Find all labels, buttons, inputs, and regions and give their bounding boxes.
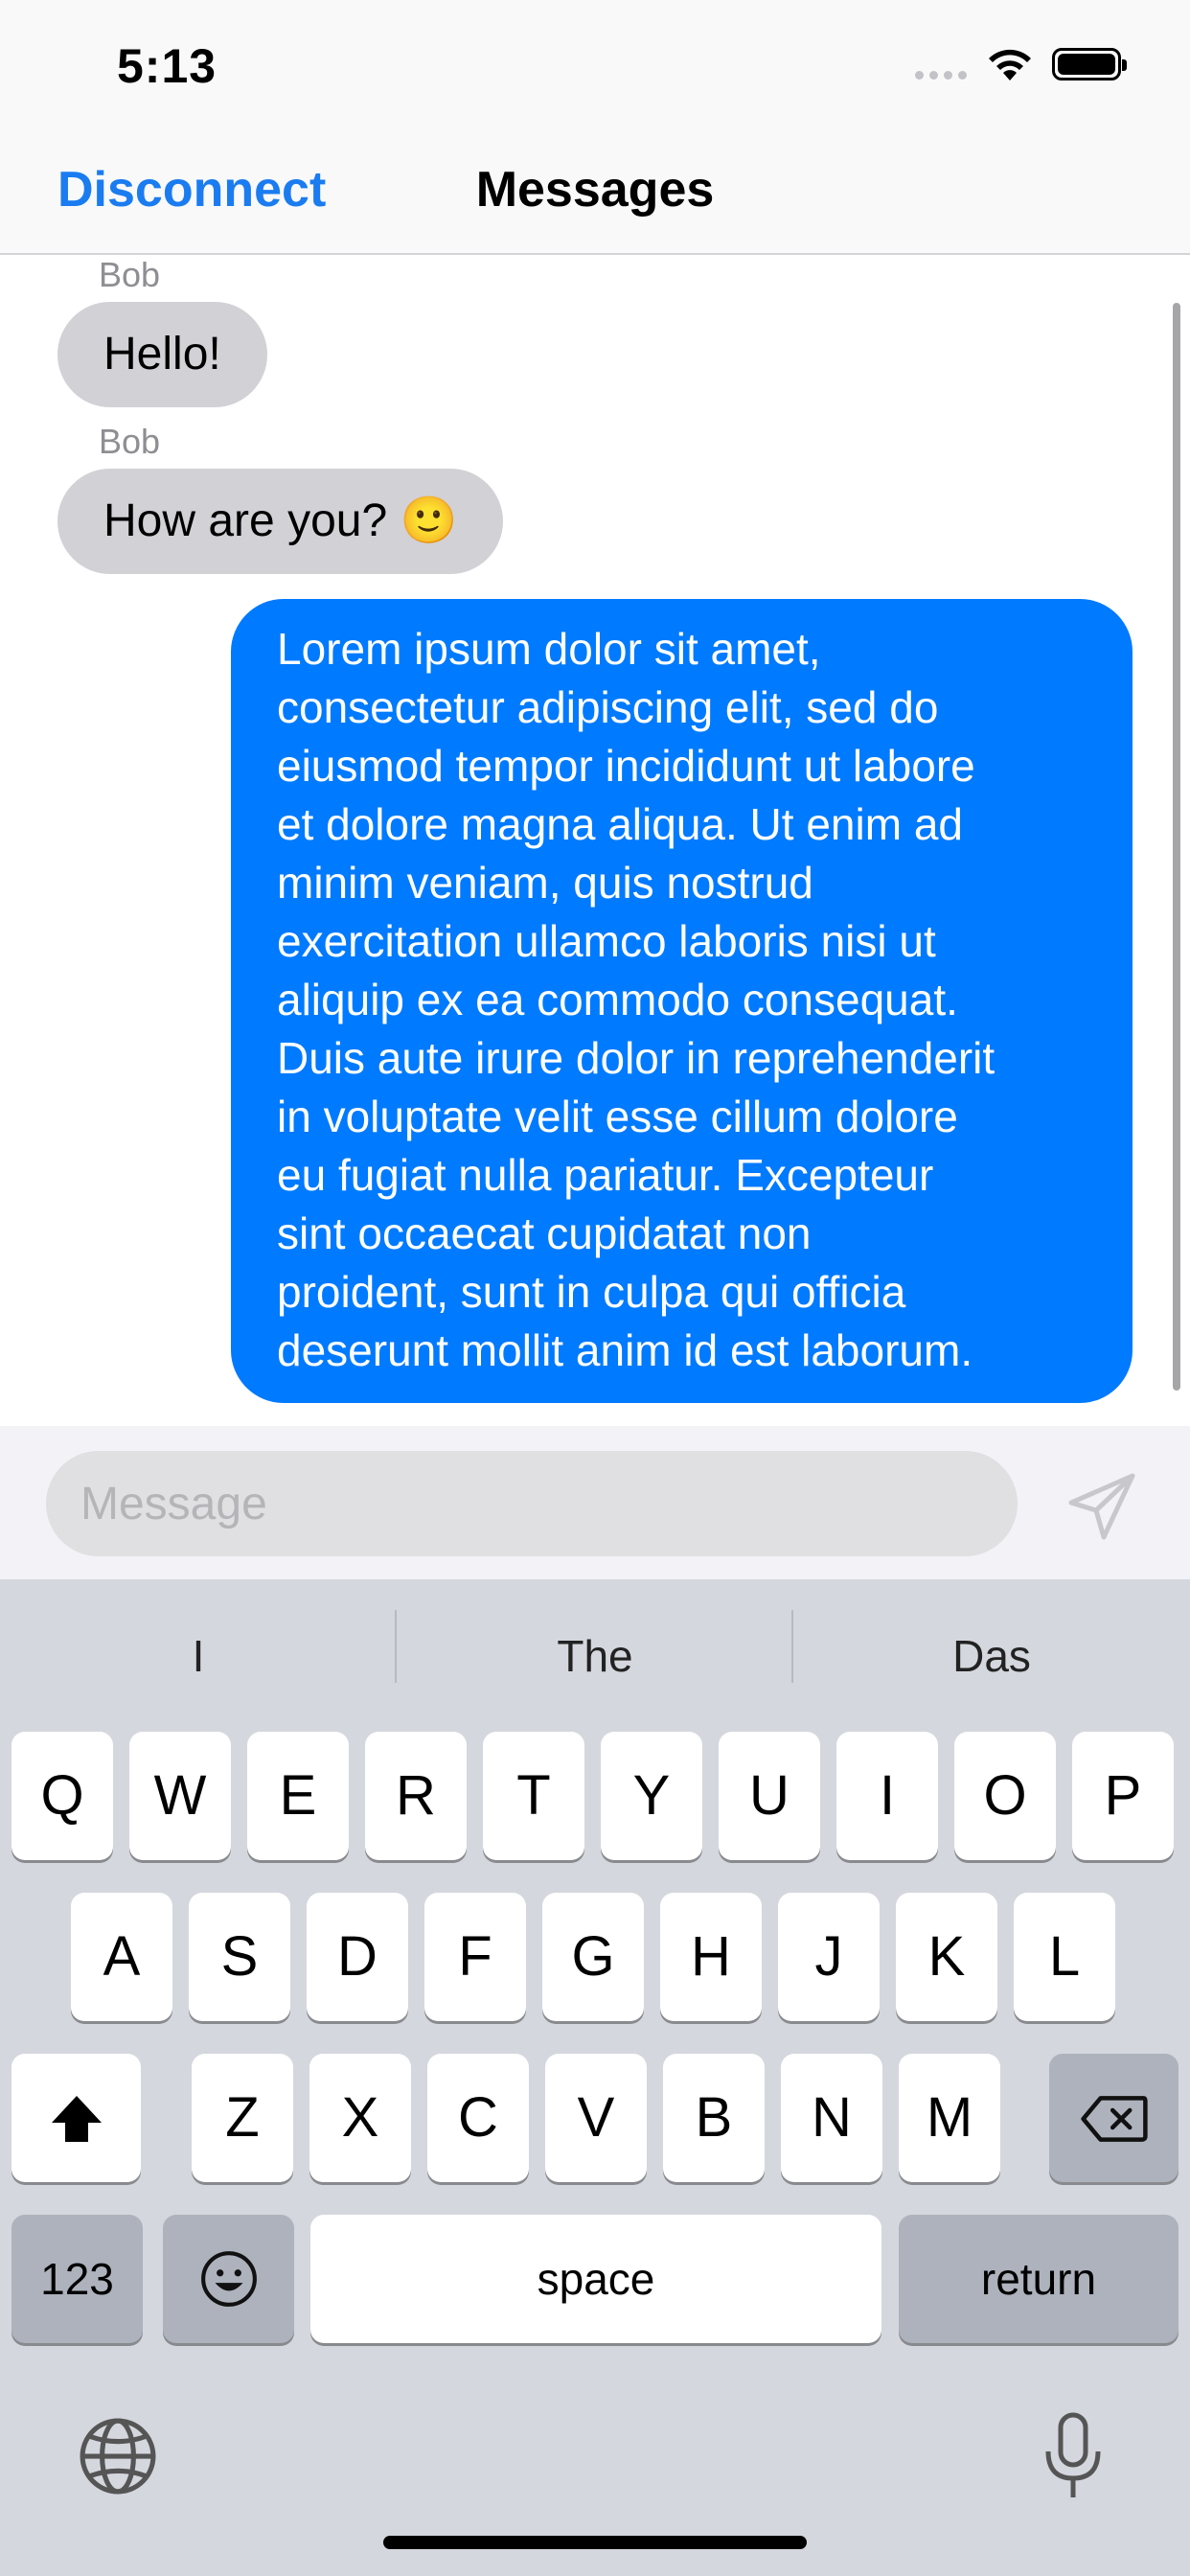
- message-sender: Bob: [99, 422, 161, 461]
- key-y[interactable]: Y: [601, 1732, 702, 1860]
- key-d[interactable]: D: [307, 1893, 408, 2021]
- numbers-key[interactable]: 123: [11, 2215, 143, 2343]
- home-indicator: [383, 2536, 807, 2549]
- key-u[interactable]: U: [719, 1732, 820, 1860]
- message-line: in voluptate velit esse cillum dolore: [277, 1092, 958, 1141]
- globe-icon[interactable]: [79, 2417, 157, 2496]
- message-line: consectetur adipiscing elit, sed do: [277, 682, 939, 732]
- key-h[interactable]: H: [660, 1893, 762, 2021]
- message-line: minim veniam, quis nostrud: [277, 858, 813, 908]
- message-composer: [0, 1426, 1190, 1579]
- key-j[interactable]: J: [778, 1893, 880, 2021]
- backspace-icon: [1080, 2096, 1148, 2142]
- message-line: deserunt mollit anim id est laborum.: [277, 1325, 973, 1375]
- key-i[interactable]: I: [836, 1732, 938, 1860]
- key-x[interactable]: X: [309, 2054, 411, 2182]
- outgoing-message-bubble[interactable]: Lorem ipsum dolor sit amet, consectetur …: [231, 599, 1133, 1403]
- incoming-message-bubble[interactable]: Hello!: [57, 302, 267, 407]
- status-time: 5:13: [117, 39, 217, 93]
- wifi-icon: [989, 49, 1031, 80]
- microphone-icon[interactable]: [1042, 2411, 1104, 2501]
- key-q[interactable]: Q: [11, 1732, 113, 1860]
- key-c[interactable]: C: [427, 2054, 529, 2182]
- key-m[interactable]: M: [899, 2054, 1000, 2182]
- key-s[interactable]: S: [189, 1893, 290, 2021]
- disconnect-button[interactable]: Disconnect: [57, 161, 326, 218]
- key-a[interactable]: A: [71, 1893, 172, 2021]
- message-line: et dolore magna aliqua. Ut enim ad: [277, 799, 963, 849]
- key-w[interactable]: W: [129, 1732, 231, 1860]
- suggestion-item[interactable]: I: [0, 1618, 397, 1694]
- key-r[interactable]: R: [365, 1732, 467, 1860]
- scrollbar[interactable]: [1173, 303, 1180, 1391]
- key-k[interactable]: K: [896, 1893, 997, 2021]
- message-line: aliquip ex ea commodo consequat.: [277, 975, 958, 1024]
- battery-icon: [1052, 48, 1127, 80]
- keyboard: I The Das QWERTYUIOPASDFGHJKLZXCVBNM 123…: [0, 1579, 1190, 2576]
- paper-plane-icon[interactable]: [1064, 1468, 1140, 1545]
- suggestion-item[interactable]: Das: [793, 1618, 1190, 1694]
- key-f[interactable]: F: [424, 1893, 526, 2021]
- incoming-message-bubble[interactable]: How are you? 🙂: [57, 469, 504, 574]
- key-g[interactable]: G: [542, 1893, 644, 2021]
- key-z[interactable]: Z: [192, 2054, 293, 2182]
- message-input[interactable]: [46, 1451, 1018, 1556]
- key-l[interactable]: L: [1014, 1893, 1115, 2021]
- key-o[interactable]: O: [954, 1732, 1056, 1860]
- space-key[interactable]: space: [310, 2215, 881, 2343]
- navigation-bar: 5:13 Messages Disconnect: [0, 0, 1190, 255]
- emoji-icon: [200, 2251, 257, 2307]
- key-e[interactable]: E: [247, 1732, 349, 1860]
- key-b[interactable]: B: [663, 2054, 765, 2182]
- message-line: eu fugiat nulla pariatur. Excepteur: [277, 1150, 934, 1200]
- shift-key[interactable]: [11, 2054, 141, 2182]
- emoji-key[interactable]: [163, 2215, 294, 2343]
- message-line: Lorem ipsum dolor sit amet,: [277, 624, 821, 674]
- message-list[interactable]: Bob Hello! Bob How are you? 🙂 Lorem ipsu…: [0, 255, 1190, 1426]
- message-line: sint occaecat cupidatat non: [277, 1208, 812, 1258]
- backspace-key[interactable]: [1049, 2054, 1179, 2182]
- key-n[interactable]: N: [781, 2054, 882, 2182]
- message-line: Duis aute irure dolor in reprehenderit: [277, 1033, 995, 1083]
- return-key[interactable]: return: [899, 2215, 1179, 2343]
- message-line: eiusmod tempor incididunt ut labore: [277, 741, 975, 791]
- key-v[interactable]: V: [545, 2054, 647, 2182]
- suggestion-item[interactable]: The: [397, 1618, 793, 1694]
- message-sender: Bob: [99, 255, 161, 294]
- shift-icon: [51, 2096, 102, 2142]
- cellular-signal-icon: [915, 67, 973, 84]
- message-line: exercitation ullamco laboris nisi ut: [277, 916, 936, 966]
- key-t[interactable]: T: [483, 1732, 584, 1860]
- message-line: proident, sunt in culpa qui officia: [277, 1267, 906, 1317]
- key-p[interactable]: P: [1072, 1732, 1174, 1860]
